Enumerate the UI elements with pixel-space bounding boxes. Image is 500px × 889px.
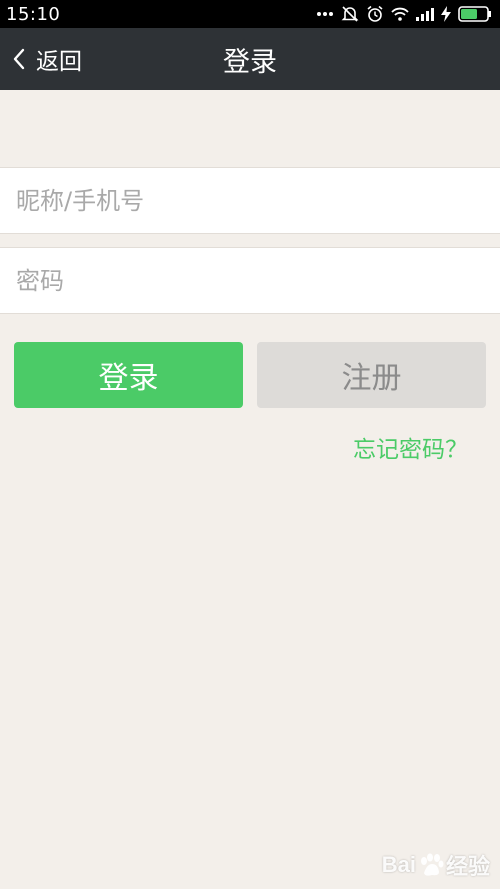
more-dots-icon bbox=[317, 12, 333, 16]
chevron-left-icon bbox=[13, 48, 25, 70]
watermark-text-right: 经验 bbox=[445, 854, 490, 879]
battery-icon bbox=[458, 6, 491, 22]
password-input[interactable] bbox=[0, 248, 500, 313]
login-button[interactable]: 登录 bbox=[14, 342, 243, 408]
signal-icon bbox=[416, 7, 434, 21]
status-time: 15:10 bbox=[6, 3, 61, 25]
username-row bbox=[0, 167, 500, 234]
alarm-off-icon bbox=[341, 6, 359, 22]
status-icons bbox=[316, 0, 492, 28]
watermark-text-left: Bai bbox=[381, 852, 416, 877]
alarm-icon bbox=[367, 5, 383, 22]
paw-icon bbox=[420, 853, 444, 876]
back-button[interactable]: 返回 bbox=[12, 28, 82, 90]
charging-bolt-icon bbox=[441, 6, 451, 22]
title-bar: 返回 登录 bbox=[0, 28, 500, 90]
register-button[interactable]: 注册 bbox=[257, 342, 486, 408]
back-label: 返回 bbox=[36, 49, 82, 75]
wifi-icon bbox=[391, 7, 409, 21]
status-bar: 15:10 bbox=[0, 0, 500, 28]
password-row bbox=[0, 247, 500, 314]
forgot-password-link[interactable]: 忘记密码？ bbox=[353, 430, 468, 464]
baidu-watermark: Bai 经验 bbox=[382, 849, 490, 881]
username-input[interactable] bbox=[0, 168, 500, 233]
